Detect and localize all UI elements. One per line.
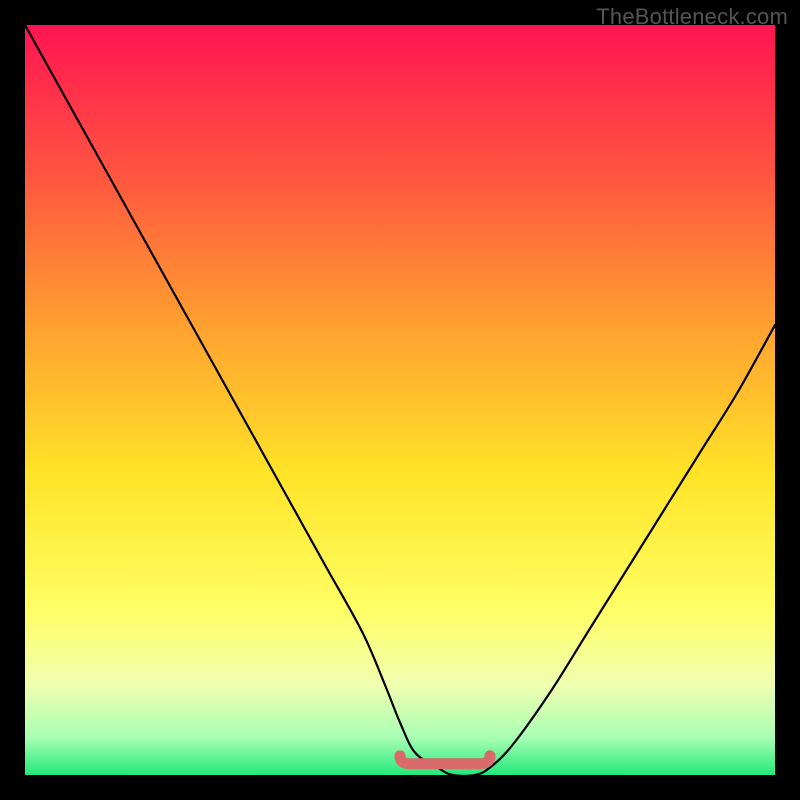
gradient-background [25, 25, 775, 775]
bottleneck-curve-plot [25, 25, 775, 775]
chart-stage: TheBottleneck.com [0, 0, 800, 800]
